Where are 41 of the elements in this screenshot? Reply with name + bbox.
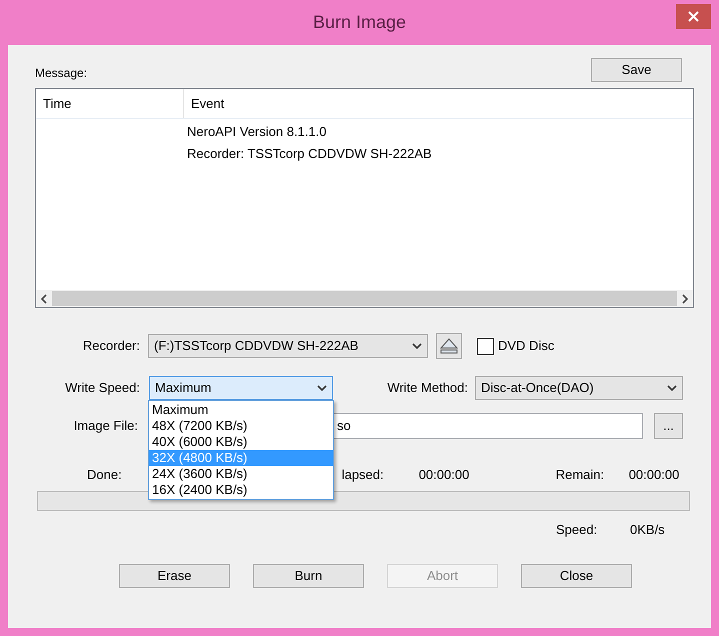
scrollbar-thumb[interactable] (52, 291, 677, 306)
save-button[interactable]: Save (591, 58, 682, 82)
window-title: Burn Image (312, 11, 406, 34)
speed-value: 0KB/s (630, 521, 665, 540)
close-button[interactable] (676, 4, 711, 29)
column-header[interactable]: Time (36, 89, 184, 118)
image-file-label: Image File: (72, 417, 138, 436)
speed-option[interactable]: 24X (3600 KB/s) (149, 466, 333, 482)
done-label: Done: (87, 466, 122, 484)
dvd-disc-checkbox[interactable] (477, 338, 494, 354)
dialog-button[interactable]: Burn (253, 564, 364, 588)
write-method-label: Write Method: (386, 379, 468, 398)
column-header[interactable]: Event (184, 89, 693, 118)
chevron-right-icon[interactable] (681, 294, 689, 304)
write-method-dropdown[interactable]: Disc-at-Once(DAO) (475, 376, 683, 400)
speed-label: Speed: (556, 521, 598, 540)
speed-option[interactable]: 48X (7200 KB/s) (149, 418, 333, 434)
remain-time: 00:00:00 (628, 466, 680, 484)
event-text: Recorder: TSSTcorp CDDVDW SH-222AB (187, 145, 432, 164)
message-label: Message: (35, 65, 88, 82)
event-text: NeroAPI Version 8.1.1.0 (187, 123, 326, 142)
speed-option[interactable]: 16X (2400 KB/s) (149, 482, 333, 498)
horizontal-scrollbar[interactable] (36, 290, 693, 307)
chevron-down-icon (317, 385, 327, 391)
elapsed-time: 00:00:00 (418, 466, 470, 484)
chevron-left-icon[interactable] (40, 294, 48, 304)
recorder-label: Recorder: (82, 337, 140, 356)
dvd-disc-label: DVD Disc (498, 337, 554, 356)
eject-icon (440, 338, 458, 354)
remain-label: Remain: (556, 466, 606, 484)
elapsed-label: lapsed: (342, 466, 385, 484)
chevron-down-icon (667, 385, 677, 391)
close-icon (688, 11, 699, 22)
recorder-dropdown[interactable]: (F:)TSSTcorp CDDVDW SH-222AB (148, 334, 428, 358)
dialog-button[interactable]: Close (521, 564, 632, 588)
browse-button[interactable]: ... (654, 413, 683, 439)
write-speed-dropdown[interactable]: Maximum (149, 376, 333, 400)
chevron-down-icon (412, 343, 422, 349)
dialog-button[interactable]: Erase (119, 564, 230, 588)
write-speed-label: Write Speed: (64, 379, 140, 398)
eject-button[interactable] (436, 333, 462, 359)
